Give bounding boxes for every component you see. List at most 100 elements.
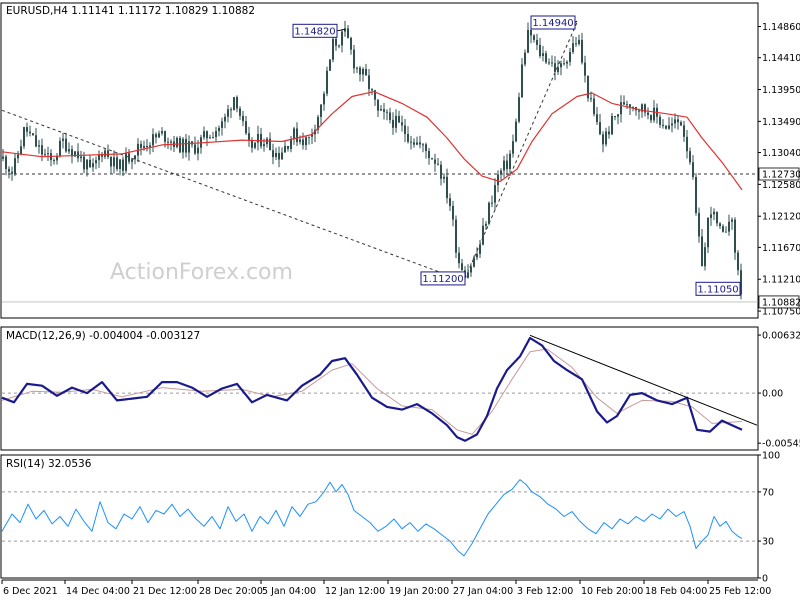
price-candle-body: [389, 112, 391, 120]
price-candle-body: [275, 152, 277, 158]
price-candle-body: [104, 150, 106, 157]
price-candle-body: [482, 225, 484, 245]
price-candle-body: [446, 176, 448, 199]
price-candle-body: [737, 252, 739, 271]
price-candle-body: [230, 109, 232, 111]
price-candle-body: [434, 159, 436, 164]
price-candle-body: [182, 138, 184, 153]
price-candle-body: [560, 63, 562, 68]
price-candle-body: [263, 144, 265, 147]
price-candle-body: [203, 131, 205, 138]
price-candle-body: [113, 157, 115, 167]
price-candle-body: [425, 144, 427, 152]
price-y-tick-label: 1.11210: [762, 275, 800, 286]
macd-y-tick-label: 0.00632: [762, 331, 800, 342]
price-candle-body: [134, 155, 136, 160]
price-candle-body: [518, 97, 520, 122]
price-candle-body: [680, 122, 682, 126]
rsi-title: RSI(14) 32.0536: [6, 458, 92, 470]
price-candle-body: [602, 134, 604, 145]
price-candle-body: [212, 137, 214, 139]
price-candle-body: [662, 124, 664, 126]
price-candle-body: [281, 152, 283, 160]
price-candle-body: [728, 221, 730, 232]
price-candle-body: [323, 93, 325, 105]
price-candle-body: [227, 109, 229, 117]
price-y-tick-label: 1.13040: [762, 148, 800, 159]
price-candle-body: [458, 252, 460, 264]
macd-y-tick-label: 0.00: [762, 389, 783, 400]
price-candle-body: [116, 157, 118, 169]
price-candle-body: [308, 136, 310, 138]
price-candle-body: [101, 155, 103, 157]
rsi-y-tick-label: 30: [762, 537, 774, 548]
price-candle-body: [449, 198, 451, 206]
price-candle-body: [332, 38, 334, 60]
x-axis-tick-label: 10 Feb 20:00: [581, 586, 643, 597]
price-candle-body: [59, 140, 61, 157]
price-candle-body: [242, 115, 244, 122]
price-annotation-label: 1.14940: [532, 18, 573, 29]
price-candle-body: [410, 141, 412, 143]
price-candle-body: [722, 226, 724, 232]
price-candle-body: [407, 133, 409, 142]
price-candle-body: [215, 131, 217, 138]
price-candle-body: [284, 146, 286, 153]
price-y-tick-label: 1.12120: [762, 212, 800, 223]
macd-title: MACD(12,26,9) -0.004004 -0.003127: [6, 330, 200, 342]
price-candle-body: [32, 133, 34, 136]
price-candle-body: [419, 142, 421, 145]
price-candle-body: [20, 146, 22, 155]
price-candle-body: [221, 121, 223, 128]
price-candle-body: [131, 159, 133, 162]
price-candle-body: [77, 151, 79, 159]
x-axis-tick-label: 21 Dec 12:00: [133, 586, 197, 597]
price-candle-body: [608, 131, 610, 135]
rsi-y-tick-label: 0: [762, 574, 768, 585]
price-candle-body: [431, 158, 433, 160]
x-axis-tick-label: 19 Jan 20:00: [389, 586, 449, 597]
price-candle-body: [521, 64, 523, 98]
price-candle-body: [239, 108, 241, 116]
price-current-label: 1.10882: [762, 297, 800, 308]
price-candle-body: [8, 168, 10, 172]
price-candle-body: [683, 125, 685, 137]
price-candle-body: [551, 62, 553, 64]
price-candle-body: [659, 116, 661, 125]
price-candle-body: [548, 62, 550, 64]
x-axis-tick-label: 18 Feb 04:00: [645, 586, 707, 597]
price-candle-body: [62, 138, 64, 141]
price-candle-body: [278, 152, 280, 160]
price-candle-body: [353, 49, 355, 69]
price-candle-body: [158, 133, 160, 138]
price-candle-body: [497, 174, 499, 186]
price-candle-body: [626, 104, 628, 106]
price-candle-body: [296, 128, 298, 143]
price-candle-body: [359, 67, 361, 75]
price-candle-body: [716, 211, 718, 224]
price-candle-body: [524, 52, 526, 65]
price-candle-body: [665, 125, 667, 129]
price-candle-body: [272, 150, 274, 158]
price-candle-body: [563, 63, 565, 65]
price-candle-body: [386, 111, 388, 113]
price-candle-body: [380, 109, 382, 111]
price-candle-body: [698, 212, 700, 237]
price-candle-body: [92, 163, 94, 168]
price-candle-body: [320, 104, 322, 117]
price-candle-body: [170, 141, 172, 143]
price-candle-body: [161, 131, 163, 134]
price-candle-body: [593, 98, 595, 115]
price-candle-body: [140, 143, 142, 148]
price-candle-body: [503, 160, 505, 171]
price-candle-body: [164, 131, 166, 142]
chart-svg: ActionForex.com 1.14820 1.14940 1.11200 1.11…: [0, 2, 800, 597]
price-candle-body: [128, 153, 130, 162]
price-candle-body: [107, 150, 109, 157]
price-candle-body: [155, 134, 157, 138]
rsi-y-tick-label: 70: [762, 487, 774, 498]
price-candle-body: [110, 156, 112, 167]
price-candle-body: [599, 122, 601, 135]
price-candle-body: [125, 153, 127, 171]
price-candle-body: [566, 61, 568, 64]
